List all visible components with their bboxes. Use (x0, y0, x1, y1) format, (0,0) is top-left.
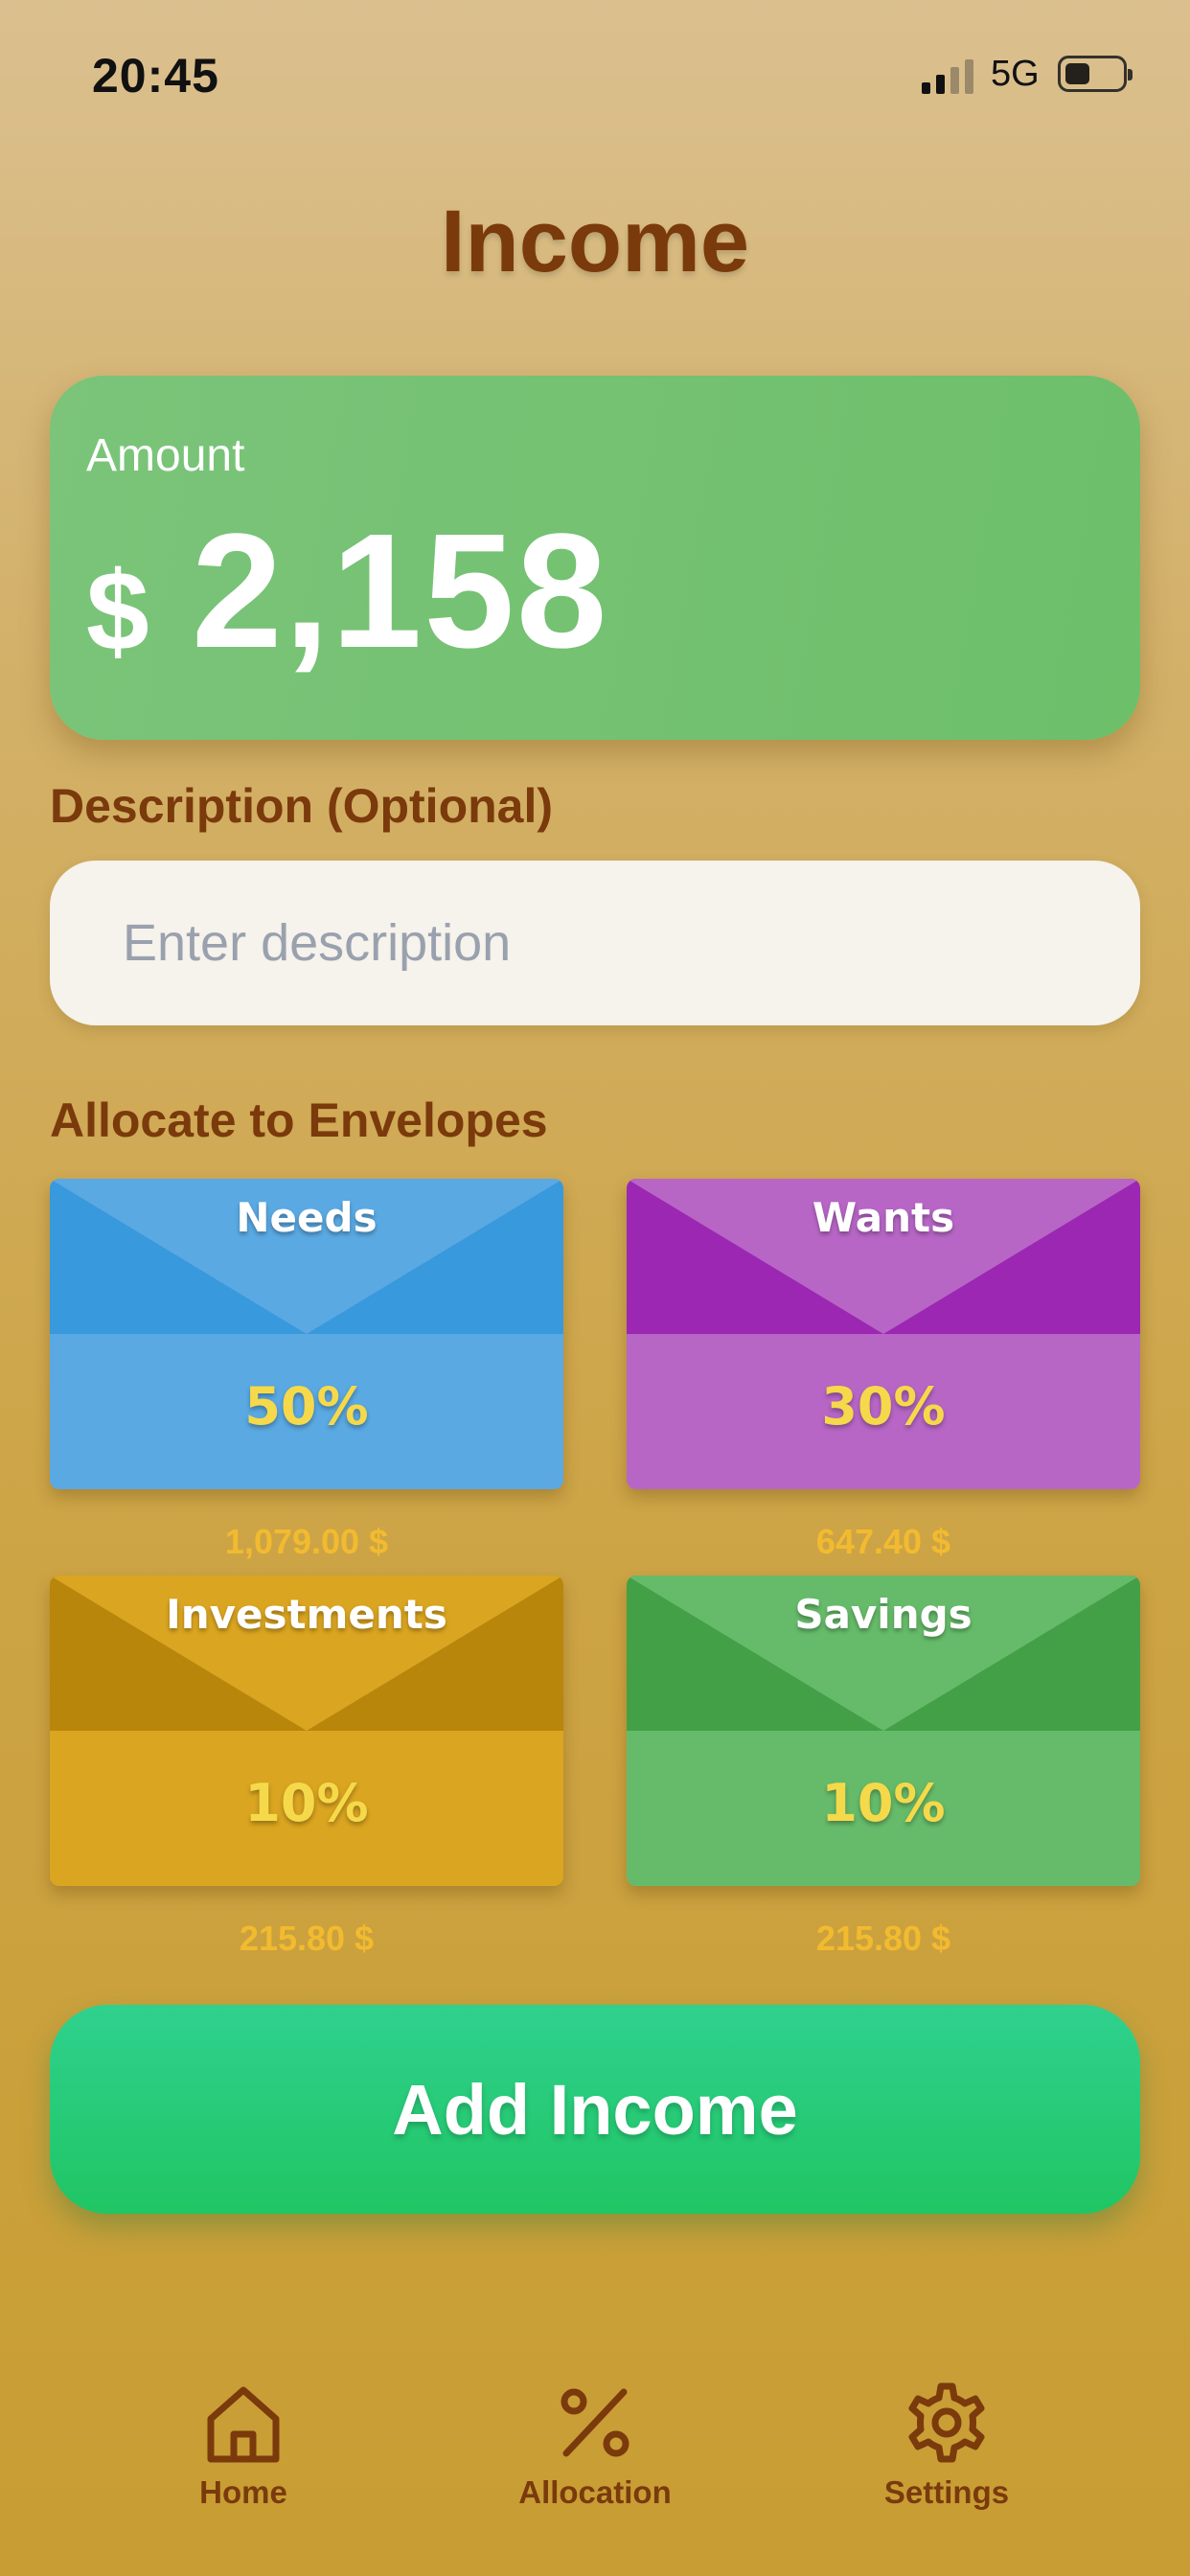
envelope-savings[interactable]: Savings 10% (627, 1576, 1140, 1886)
cellular-signal-icon (922, 58, 975, 94)
envelope-percent: 10% (821, 1773, 946, 1833)
envelope-name: Investments (166, 1591, 447, 1638)
gear-icon (908, 2382, 985, 2463)
status-time: 20:45 (92, 49, 219, 103)
tab-settings[interactable]: Settings (832, 2377, 1062, 2530)
amount-value[interactable]: 2,158 (192, 510, 608, 673)
envelope-percent: 30% (821, 1376, 946, 1437)
envelope-amount-needs: 1,079.00 $ (224, 1522, 389, 1561)
home-icon (207, 2386, 280, 2463)
envelope-amount-investments: 215.80 $ (239, 1919, 375, 1958)
envelope-name: Needs (236, 1194, 378, 1241)
add-income-button[interactable]: Add Income (50, 2005, 1140, 2214)
tab-home-label: Home (199, 2474, 287, 2510)
envelope-investments[interactable]: Investments 10% (50, 1576, 563, 1886)
status-bar: 20:45 5G (0, 0, 1190, 144)
description-input[interactable] (50, 861, 1140, 1025)
description-label: Description (Optional) (50, 779, 553, 833)
network-type: 5G (991, 54, 1040, 94)
allocate-label: Allocate to Envelopes (50, 1093, 548, 1147)
tab-settings-label: Settings (883, 2474, 1010, 2510)
tab-home[interactable]: Home (128, 2377, 358, 2530)
amount-label: Amount (86, 430, 245, 481)
envelope-percent: 50% (244, 1376, 369, 1437)
tab-allocation[interactable]: Allocation (480, 2377, 710, 2530)
tab-allocation-label: Allocation (518, 2474, 672, 2510)
envelope-wants[interactable]: Wants 30% (627, 1179, 1140, 1489)
envelope-amount-savings: 215.80 $ (815, 1919, 951, 1958)
envelope-percent: 10% (244, 1773, 369, 1833)
currency-symbol: $ (86, 548, 149, 675)
percent-icon (561, 2388, 629, 2457)
envelope-name: Savings (794, 1591, 973, 1638)
page-title: Income (440, 193, 750, 290)
envelope-name: Wants (812, 1194, 955, 1241)
envelope-needs[interactable]: Needs 50% (50, 1179, 563, 1489)
battery-level (1065, 63, 1089, 84)
battery-icon (1058, 56, 1133, 92)
amount-card[interactable]: Amount $ 2,158 (50, 376, 1140, 740)
envelope-amount-wants: 647.40 $ (815, 1522, 951, 1561)
